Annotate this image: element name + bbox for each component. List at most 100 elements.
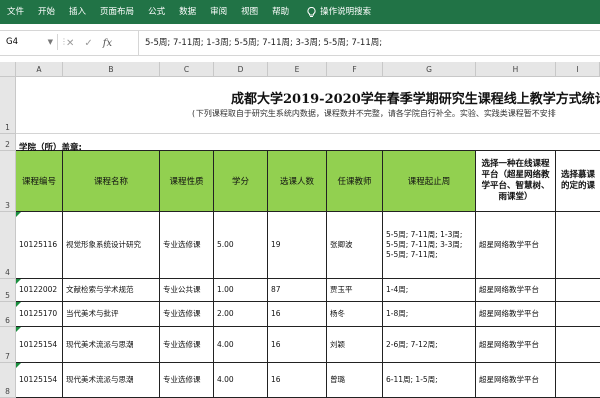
row-header-6[interactable]: 6 — [0, 302, 16, 327]
header-mooc[interactable]: 选择慕课的定的课 — [556, 151, 600, 212]
cell-teacher[interactable]: 张卿波 — [327, 212, 383, 279]
cell-course-name[interactable]: 现代美术流派与思潮 — [63, 327, 160, 363]
cell-platform[interactable]: 超星网络教学平台 — [476, 363, 556, 398]
tab-data[interactable]: 数据 — [172, 0, 203, 24]
header-teacher[interactable]: 任课教师 — [327, 151, 383, 212]
cell-weeks[interactable]: 1-4周; — [383, 279, 476, 302]
column-header-c[interactable]: C — [160, 62, 214, 77]
row-header-3[interactable]: 3 — [0, 151, 16, 212]
header-credit[interactable]: 学分 — [214, 151, 268, 212]
row-header-2[interactable]: 2 — [0, 134, 16, 151]
column-header-f[interactable]: F — [327, 62, 383, 77]
error-indicator-icon[interactable] — [16, 363, 21, 368]
cell-reference: G4 — [6, 37, 18, 47]
select-all-corner[interactable] — [0, 62, 16, 77]
cell-course-code[interactable]: 10122002 — [16, 279, 63, 302]
cell-course-code[interactable]: 10125154 — [16, 363, 63, 398]
cell-course-code[interactable]: 10125116 — [16, 212, 63, 279]
name-box[interactable]: G4 ▼ — [0, 34, 58, 50]
error-indicator-icon[interactable] — [16, 212, 21, 217]
tab-home[interactable]: 开始 — [31, 0, 62, 24]
cell-course-type[interactable]: 专业选修课 — [160, 363, 214, 398]
cell-course-code-text: 10122002 — [19, 285, 58, 294]
cell-mooc[interactable] — [556, 363, 600, 398]
header-enrollment[interactable]: 选课人数 — [268, 151, 327, 212]
cell-course-name[interactable]: 视觉形象系统设计研究 — [63, 212, 160, 279]
cell-course-type-text: 专业公共课 — [163, 285, 201, 294]
cell-credit[interactable]: 4.00 — [214, 327, 268, 363]
cell-course-name[interactable]: 当代美术与批评 — [63, 302, 160, 327]
header-course-type[interactable]: 课程性质 — [160, 151, 214, 212]
header-course-name[interactable]: 课程名称 — [63, 151, 160, 212]
cell-enrollment[interactable]: 16 — [268, 327, 327, 363]
tab-file[interactable]: 文件 — [0, 0, 31, 24]
cell-enrollment[interactable]: 19 — [268, 212, 327, 279]
column-header-g[interactable]: G — [383, 62, 476, 77]
cell-course-name[interactable]: 现代美术流派与思潮 — [63, 363, 160, 398]
row-header-7[interactable]: 7 — [0, 327, 16, 363]
column-header-b[interactable]: B — [63, 62, 160, 77]
error-indicator-icon[interactable] — [16, 302, 21, 307]
cell-credit-text: 4.00 — [217, 339, 234, 349]
cell-enrollment[interactable]: 16 — [268, 302, 327, 327]
tab-review[interactable]: 审阅 — [203, 0, 234, 24]
tab-help[interactable]: 帮助 — [265, 0, 296, 24]
cell-weeks[interactable]: 2-6周; 7-12周; — [383, 327, 476, 363]
cell-teacher[interactable]: 刘颖 — [327, 327, 383, 363]
tab-page-layout[interactable]: 页面布局 — [93, 0, 141, 24]
column-header-a[interactable]: A — [16, 62, 63, 77]
column-header-e[interactable]: E — [268, 62, 327, 77]
header-course-code[interactable]: 课程编号 — [16, 151, 63, 212]
cell-credit[interactable]: 5.00 — [214, 212, 268, 279]
cell-course-name[interactable]: 文献检索与学术规范 — [63, 279, 160, 302]
cell-teacher[interactable]: 贾玉平 — [327, 279, 383, 302]
cell-mooc[interactable] — [556, 327, 600, 363]
cell-platform[interactable]: 超星网络教学平台 — [476, 302, 556, 327]
tell-me-search[interactable]: 操作说明搜索 — [300, 0, 378, 24]
cell-weeks[interactable]: 1-8周; — [383, 302, 476, 327]
cell-course-code[interactable]: 10125154 — [16, 327, 63, 363]
tab-formulas[interactable]: 公式 — [141, 0, 172, 24]
check-icon[interactable]: ✓ — [84, 38, 92, 49]
cell-credit[interactable]: 2.00 — [214, 302, 268, 327]
cell-enrollment[interactable]: 16 — [268, 363, 327, 398]
cell-teacher[interactable]: 曾璐 — [327, 363, 383, 398]
tab-view[interactable]: 视图 — [234, 0, 265, 24]
cell-teacher[interactable]: 杨冬 — [327, 302, 383, 327]
cell-course-type[interactable]: 专业选修课 — [160, 212, 214, 279]
cell-platform[interactable]: 超星网络教学平台 — [476, 212, 556, 279]
error-indicator-icon[interactable] — [16, 327, 21, 332]
cell-weeks[interactable]: 5-5周; 7-11周; 1-3周; 5-5周; 7-11周; 3-3周; 5-… — [383, 212, 476, 279]
row-header-8[interactable]: 8 — [0, 363, 16, 398]
cell-course-type[interactable]: 专业公共课 — [160, 279, 214, 302]
cell-course-type[interactable]: 专业选修课 — [160, 302, 214, 327]
cell-course-name-text: 文献检索与学术规范 — [66, 285, 134, 294]
spreadsheet-grid[interactable]: A B C D E F G H I 1 2 3 4 5 6 7 8 成都大学20… — [0, 62, 600, 398]
cell-course-type[interactable]: 专业选修课 — [160, 327, 214, 363]
row-header-5[interactable]: 5 — [0, 279, 16, 302]
cell-enrollment[interactable]: 87 — [268, 279, 327, 302]
column-header-d[interactable]: D — [214, 62, 268, 77]
cell-mooc[interactable] — [556, 212, 600, 279]
cell-weeks[interactable]: 6-11周; 1-5周; — [383, 363, 476, 398]
cell-platform[interactable]: 超星网络教学平台 — [476, 327, 556, 363]
header-weeks[interactable]: 课程起止周 — [383, 151, 476, 212]
cell-platform[interactable]: 超星网络教学平台 — [476, 279, 556, 302]
formula-input[interactable]: 5-5周; 7-11周; 1-3周; 5-5周; 7-11周; 3-3周; 5-… — [138, 31, 382, 55]
cell-course-code[interactable]: 10125170 — [16, 302, 63, 327]
error-indicator-icon[interactable] — [16, 279, 21, 284]
cell-credit-text: 4.00 — [217, 375, 234, 384]
close-icon[interactable]: ✕ — [66, 38, 74, 49]
cell-mooc[interactable] — [556, 302, 600, 327]
header-platform[interactable]: 选择一种在线课程平台（超星网络教学平台、智慧树、雨课堂） — [476, 151, 556, 212]
row-header-4[interactable]: 4 — [0, 212, 16, 279]
tab-insert[interactable]: 插入 — [62, 0, 93, 24]
row-header-1[interactable]: 1 — [0, 77, 16, 134]
cell-credit[interactable]: 4.00 — [214, 363, 268, 398]
chevron-down-icon[interactable]: ▼ — [48, 34, 53, 50]
cell-credit[interactable]: 1.00 — [214, 279, 268, 302]
insert-function-button[interactable]: fx — [103, 38, 112, 49]
column-header-i[interactable]: I — [556, 62, 600, 77]
column-header-h[interactable]: H — [476, 62, 556, 77]
cell-mooc[interactable] — [556, 279, 600, 302]
